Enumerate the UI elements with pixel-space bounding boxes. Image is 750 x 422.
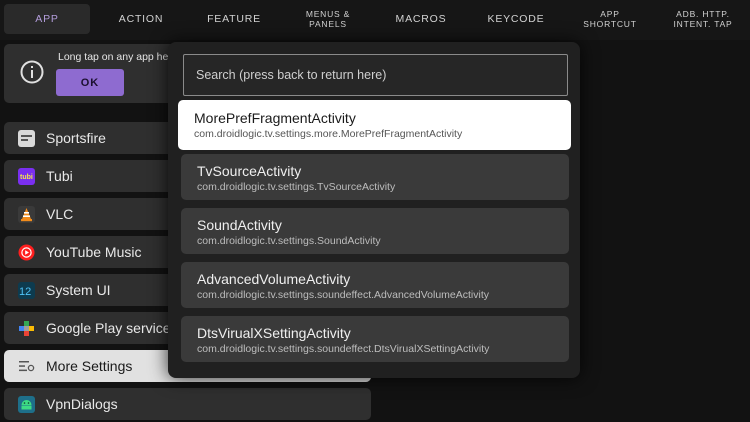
activity-name: AdvancedVolumeActivity	[197, 271, 351, 287]
youtube-music-icon	[18, 244, 35, 261]
settings-sliders-icon	[18, 358, 35, 375]
app-label: YouTube Music	[46, 244, 142, 260]
app-label: VLC	[46, 206, 74, 222]
tab-keycode[interactable]: KEYCODE	[470, 4, 562, 34]
search-input[interactable]	[196, 68, 555, 82]
android-icon	[18, 395, 35, 413]
tab-menus-panels[interactable]: MENUS & PANELS	[284, 4, 372, 34]
vlc-icon	[18, 205, 35, 223]
search-field[interactable]	[183, 54, 568, 96]
activity-item[interactable]: SoundActivity com.droidlogic.tv.settings…	[181, 208, 569, 254]
tab-app[interactable]: APP	[4, 4, 90, 34]
activity-package: com.droidlogic.tv.settings.more.MorePref…	[194, 128, 463, 140]
activity-picker-dialog: MorePrefFragmentActivity com.droidlogic.…	[168, 42, 580, 378]
tubi-icon: tubi	[18, 167, 35, 185]
activity-package: com.droidlogic.tv.settings.soundeffect.D…	[197, 343, 490, 355]
system-ui-icon: 12	[18, 281, 35, 299]
app-label: Sportsfire	[46, 130, 106, 146]
activity-package: com.droidlogic.tv.settings.TvSourceActiv…	[197, 181, 396, 193]
sportsfire-icon	[18, 129, 35, 147]
activity-item[interactable]: TvSourceActivity com.droidlogic.tv.setti…	[181, 154, 569, 200]
info-text: Long tap on any app her	[58, 51, 172, 63]
svg-text:tubi: tubi	[20, 174, 33, 180]
app-label: Google Play service	[46, 320, 171, 336]
tab-feature[interactable]: FEATURE	[188, 4, 280, 34]
app-row-vpndialogs[interactable]: VpnDialogs	[4, 388, 371, 420]
app-label: VpnDialogs	[46, 396, 118, 412]
activity-item[interactable]: MorePrefFragmentActivity com.droidlogic.…	[178, 100, 571, 150]
svg-text:12: 12	[19, 286, 31, 297]
activity-name: DtsVirualXSettingActivity	[197, 325, 351, 341]
info-icon	[20, 60, 44, 84]
tab-action[interactable]: ACTION	[96, 4, 186, 34]
activity-name: SoundActivity	[197, 217, 282, 233]
google-play-services-icon	[18, 320, 35, 337]
activity-item[interactable]: DtsVirualXSettingActivity com.droidlogic…	[181, 316, 569, 362]
app-label: Tubi	[46, 168, 73, 184]
tab-adb-http-intent-tap[interactable]: ADB. HTTP. INTENT. TAP	[658, 4, 748, 34]
app-label: More Settings	[46, 358, 133, 374]
activity-item[interactable]: AdvancedVolumeActivity com.droidlogic.tv…	[181, 262, 569, 308]
tab-app-shortcut[interactable]: APP SHORTCUT	[566, 4, 654, 34]
activity-name: TvSourceActivity	[197, 163, 302, 179]
activity-name: MorePrefFragmentActivity	[194, 110, 356, 126]
app-label: System UI	[46, 282, 111, 298]
activity-package: com.droidlogic.tv.settings.SoundActivity	[197, 235, 381, 247]
ok-button[interactable]: OK	[56, 69, 124, 96]
activity-package: com.droidlogic.tv.settings.soundeffect.A…	[197, 289, 490, 301]
tab-macros[interactable]: MACROS	[376, 4, 466, 34]
tab-bar: APP ACTION FEATURE MENUS & PANELS MACROS …	[0, 0, 750, 40]
